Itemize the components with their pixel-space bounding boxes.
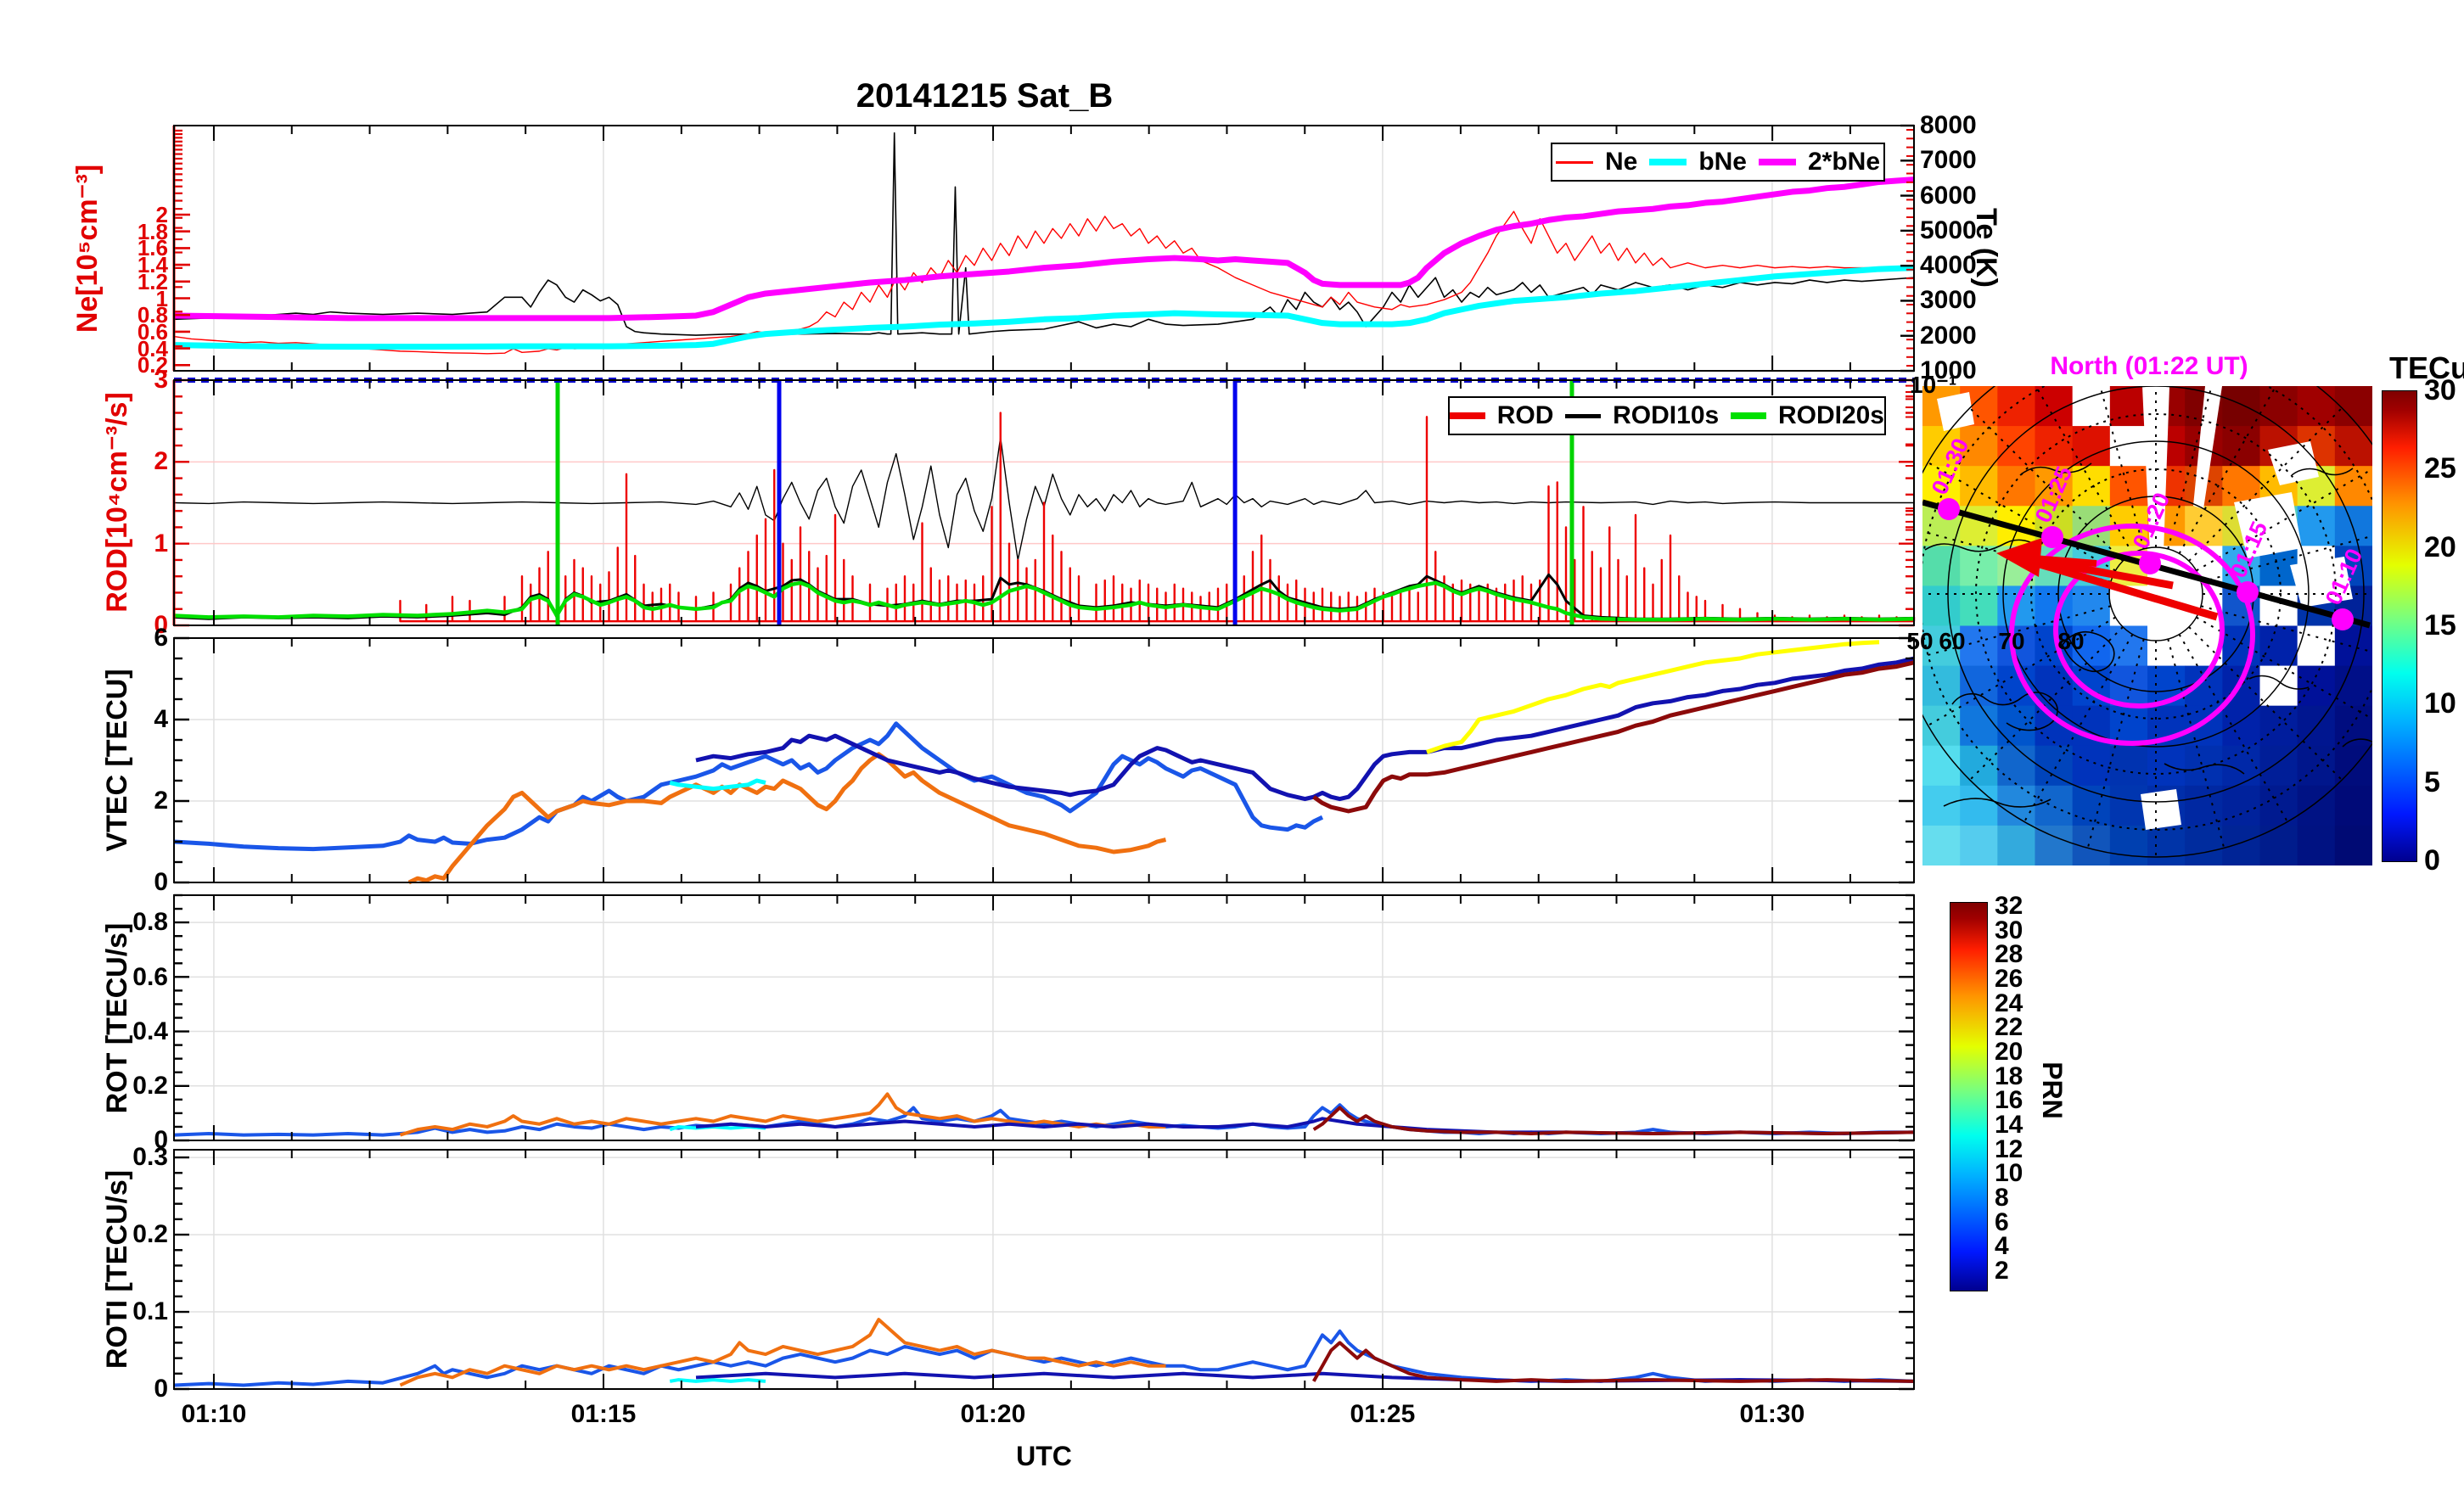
tec-colorbar-tick: 20 (2424, 530, 2456, 563)
figure-root: 20141215 Sat_B Ne[10⁵cm⁻³] Te (K) ROD[10… (0, 0, 2464, 1490)
p2-left-tick: 1 (154, 529, 168, 557)
legend-line-bne (1649, 159, 1687, 165)
p4-left-tick: 0.8 (132, 908, 168, 937)
prn-colorbar-tick: 16 (1995, 1086, 2023, 1115)
p4-left-tick: 0.6 (132, 962, 168, 991)
legend-label-rodi10s: RODI10s (1613, 401, 1720, 429)
legend-line-rodi10s (1565, 413, 1602, 418)
legend-rod: ROD RODI10s RODI20s (1448, 396, 1886, 435)
p2-left-tick: 3 (154, 366, 168, 394)
figure-title: 20141215 Sat_B (856, 77, 1114, 115)
p1-right-tick: 8000 (1920, 111, 1977, 139)
prn-colorbar-tick: 24 (1995, 989, 2023, 1017)
axis-label-rot: ROT [TECU/s] (101, 922, 133, 1114)
p5-left-tick: 0 (154, 1375, 168, 1403)
legend-label-ne: Ne (1604, 148, 1638, 176)
p1-right-tick: 5000 (1920, 216, 1977, 244)
prn-colorbar-tick: 12 (1995, 1134, 2023, 1163)
tec-colorbar-tick: 15 (2424, 608, 2456, 641)
prn-colorbar-tick: 14 (1995, 1111, 2023, 1140)
x-tick: 01:30 (1739, 1400, 1805, 1428)
p1-right-tick: 2000 (1920, 321, 1977, 350)
legend-ne: Ne bNe 2*bNe (1551, 143, 1885, 182)
axis-label-vtec: VTEC [TECU] (101, 669, 133, 852)
map-title: North (01:22 UT) (2050, 352, 2248, 380)
p4-left-tick: 0.2 (132, 1072, 168, 1100)
series-ROTI-cyan (669, 1378, 766, 1383)
axis-label-rod: ROD[10⁴cm⁻³/s] (101, 392, 133, 613)
p1-right-tick: 1000 (1920, 356, 1977, 385)
prn-colorbar-tick: 26 (1995, 965, 2023, 993)
map-lat-label: 80 (2057, 628, 2085, 654)
p3-left-tick: 4 (154, 705, 168, 733)
map-lat-label: 50 (1906, 628, 1934, 654)
tec-colorbar-tick: 5 (2424, 765, 2440, 798)
prn-colorbar-label: PRN (2037, 1061, 2068, 1119)
prn-colorbar-tick: 2 (1995, 1257, 2009, 1286)
legend-line-rodi20s (1731, 412, 1766, 419)
prn-colorbar-tick: 30 (1995, 916, 2023, 944)
p5-left-tick: 0.1 (132, 1297, 168, 1325)
p5-left-tick: 0.3 (132, 1143, 168, 1171)
tec-colorbar-tick: 0 (2424, 843, 2440, 877)
tec-colorbar-tick: 25 (2424, 452, 2456, 485)
legend-label-2bne: 2*bNe (1808, 148, 1881, 176)
axis-label-ne: Ne[10⁵cm⁻³] (71, 164, 104, 333)
map-lat-label: 70 (1998, 628, 2025, 654)
prn-colorbar-tick: 10 (1995, 1159, 2023, 1188)
prn-colorbar-tick: 20 (1995, 1038, 2023, 1067)
p1-right-tick: 6000 (1920, 181, 1977, 210)
tec-colorbar-tick: 30 (2424, 374, 2456, 406)
prn-colorbar-tick: 6 (1995, 1207, 2009, 1236)
map-lat-label: 60 (1939, 628, 1966, 654)
p3-left-tick: 0 (154, 868, 168, 896)
prn-colorbar-tick: 32 (1995, 892, 2023, 920)
prn-colorbar-tick: 8 (1995, 1184, 2009, 1213)
tec-colorbar-tick: 10 (2424, 687, 2456, 720)
prn-colorbar-tick: 4 (1995, 1232, 2009, 1261)
axis-label-roti: ROTI [TECU/s] (101, 1169, 133, 1370)
x-tick: 01:15 (570, 1400, 637, 1428)
x-tick: 01:20 (960, 1400, 1026, 1428)
p2-left-tick: 2 (154, 447, 168, 476)
p3-left-tick: 2 (154, 787, 168, 815)
prn-colorbar-tick: 18 (1995, 1061, 2023, 1090)
prn-colorbar-tick: 28 (1995, 940, 2023, 969)
legend-line-rod (1450, 412, 1485, 419)
x-tick: 01:10 (181, 1400, 247, 1428)
p1-right-tick: 7000 (1920, 146, 1977, 175)
tec-colorbar (2382, 390, 2417, 862)
legend-line-ne (1555, 160, 1593, 164)
p1-right-tick: 3000 (1920, 286, 1977, 315)
p5-left-tick: 0.2 (132, 1220, 168, 1248)
prn-colorbar (1950, 902, 1988, 1291)
legend-label-rod: ROD (1496, 401, 1554, 429)
x-tick: 01:25 (1350, 1400, 1416, 1428)
prn-colorbar-tick: 22 (1995, 1013, 2023, 1042)
legend-label-rodi20s: RODI20s (1777, 401, 1884, 429)
p1-right-tick: 4000 (1920, 251, 1977, 280)
p4-left-tick: 0.4 (132, 1017, 168, 1045)
p3-left-tick: 6 (154, 624, 168, 652)
chart-canvas (172, 124, 2372, 1391)
axis-label-utc: UTC (1016, 1441, 1072, 1471)
legend-label-bne: bNe (1698, 148, 1747, 176)
legend-line-2bne (1759, 159, 1796, 165)
